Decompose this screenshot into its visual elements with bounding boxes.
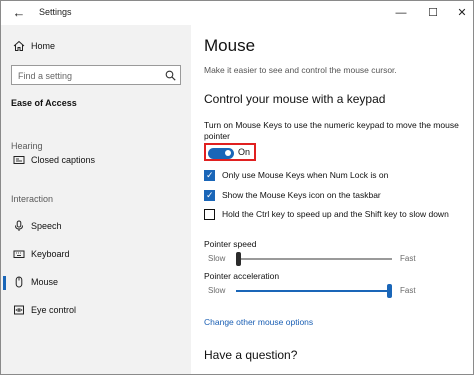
settings-window: ← Settings — ☐ ✕ Home Ease of Access Hea… [0, 0, 474, 375]
keyboard-icon [13, 250, 25, 258]
checkbox-num-lock[interactable]: ✓ Only use Mouse Keys when Num Lock is o… [204, 169, 469, 183]
slider-thumb[interactable] [236, 252, 241, 266]
maximize-icon[interactable]: ☐ [425, 5, 441, 21]
window-title: Settings [39, 7, 72, 17]
sidebar-item-home[interactable]: Home [1, 37, 191, 57]
slider-max-label: Fast [400, 254, 416, 263]
page-title: Mouse [204, 36, 256, 55]
title-bar: ← Settings — ☐ ✕ [1, 1, 473, 25]
checkmark-icon: ✓ [206, 190, 214, 200]
closed-captions-icon [13, 156, 25, 164]
mouse-keys-toggle[interactable]: On [204, 143, 256, 161]
sidebar-item-closed-captions[interactable]: Closed captions [1, 151, 191, 171]
checkbox-label: Show the Mouse Keys icon on the taskbar [222, 190, 381, 200]
checkbox-box[interactable]: ✓ [204, 170, 215, 181]
sidebar-item-label: Closed captions [31, 155, 96, 165]
section-title: Control your mouse with a keypad [204, 92, 386, 106]
eye-control-icon [14, 305, 24, 315]
home-icon [13, 40, 25, 51]
slider-min-label: Slow [208, 254, 226, 263]
mouse-keys-description: Turn on Mouse Keys to use the numeric ke… [204, 120, 459, 141]
slider-track[interactable] [236, 258, 392, 260]
slider-fill [236, 290, 387, 292]
sidebar-item-label: Eye control [31, 305, 77, 315]
slider-max-label: Fast [400, 286, 416, 295]
search-icon[interactable] [165, 70, 176, 81]
pointer-speed-title: Pointer speed [204, 239, 257, 249]
sidebar-item-mouse[interactable]: Mouse [1, 273, 191, 293]
checkbox-label: Hold the Ctrl key to speed up and the Sh… [222, 209, 449, 219]
mouse-icon [15, 276, 23, 288]
pointer-speed-slider[interactable]: Slow Fast [204, 252, 469, 266]
checkbox-box[interactable] [204, 209, 215, 220]
sidebar-item-eye-control[interactable]: Eye control [1, 301, 191, 321]
main-content: Mouse Make it easier to see and control … [191, 25, 473, 374]
sidebar-group-interaction: Interaction [11, 194, 54, 204]
search-box[interactable] [11, 65, 181, 85]
sidebar-section-title: Ease of Access [11, 98, 77, 108]
microphone-icon [15, 220, 23, 231]
toggle-track[interactable] [208, 147, 234, 159]
checkbox-taskbar-icon[interactable]: ✓ Show the Mouse Keys icon on the taskba… [204, 189, 469, 203]
sidebar-item-label: Speech [31, 221, 62, 231]
sidebar-item-keyboard[interactable]: Keyboard [1, 245, 191, 265]
pointer-acceleration-slider[interactable]: Slow Fast [204, 284, 469, 298]
sidebar-item-label: Keyboard [31, 249, 70, 259]
search-input[interactable] [18, 69, 158, 82]
slider-thumb[interactable] [387, 284, 392, 298]
checkmark-icon: ✓ [206, 170, 214, 180]
sidebar-item-speech[interactable]: Speech [1, 217, 191, 237]
sidebar-item-label: Mouse [31, 277, 59, 287]
checkbox-ctrl-shift[interactable]: Hold the Ctrl key to speed up and the Sh… [204, 208, 469, 222]
sidebar-item-home-label: Home [31, 41, 56, 51]
change-mouse-options-link[interactable]: Change other mouse options [204, 317, 313, 327]
sidebar-group-hearing: Hearing [11, 141, 43, 151]
page-subtitle: Make it easier to see and control the mo… [204, 65, 397, 75]
checkbox-box[interactable]: ✓ [204, 190, 215, 201]
toggle-knob[interactable] [225, 150, 231, 156]
minimize-icon[interactable]: — [393, 5, 409, 21]
question-heading: Have a question? [204, 348, 298, 362]
slider-min-label: Slow [208, 286, 226, 295]
checkbox-label: Only use Mouse Keys when Num Lock is on [222, 170, 389, 180]
pointer-acceleration-title: Pointer acceleration [204, 271, 280, 281]
close-icon[interactable]: ✕ [454, 5, 470, 21]
sidebar: Home Ease of Access Hearing Closed capti… [1, 25, 191, 374]
back-arrow-icon[interactable]: ← [11, 5, 27, 21]
toggle-state-label: On [238, 147, 251, 157]
